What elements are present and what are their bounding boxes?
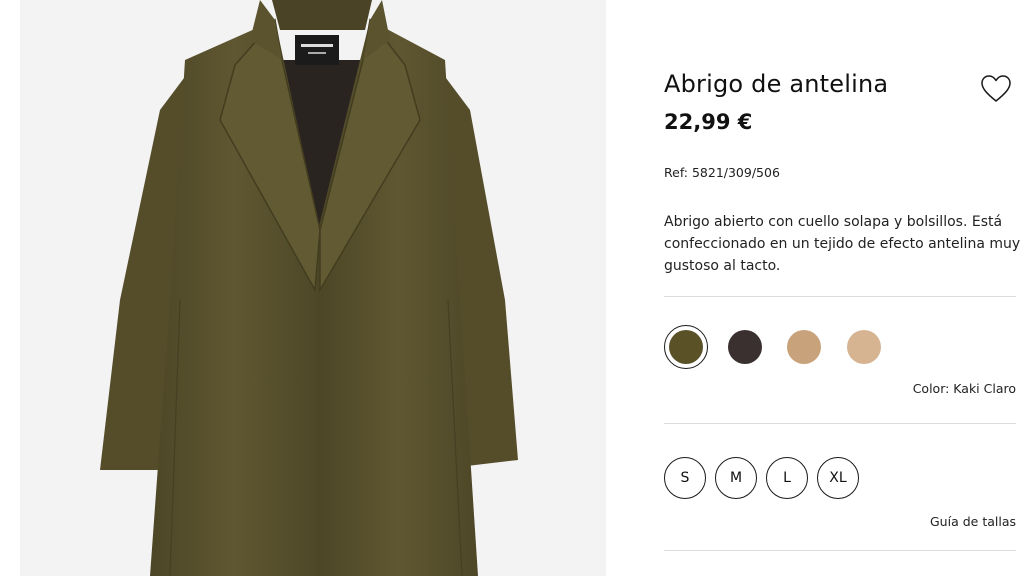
product-info: Abrigo de antelina 22,99 € Ref: 5821/309… xyxy=(664,0,1020,576)
size-selector: S M L XL xyxy=(664,457,1016,499)
product-price: 22,99 € xyxy=(664,110,753,134)
color-swatch-dot xyxy=(787,330,821,364)
size-option-m[interactable]: M xyxy=(715,457,757,499)
color-swatch-2[interactable] xyxy=(723,325,767,369)
color-swatch-dot xyxy=(669,330,703,364)
product-description: Abrigo abierto con cuello solapa y bolsi… xyxy=(664,214,1021,274)
color-swatch-4[interactable] xyxy=(842,325,886,369)
size-option-l[interactable]: L xyxy=(766,457,808,499)
heart-icon xyxy=(981,75,1011,102)
product-reference: Ref: 5821/309/506 xyxy=(664,165,780,180)
divider xyxy=(664,550,1016,551)
brand-label xyxy=(295,35,339,65)
size-option-s[interactable]: S xyxy=(664,457,706,499)
product-image[interactable] xyxy=(20,0,606,576)
color-swatch-dot xyxy=(847,330,881,364)
color-swatch-dot xyxy=(728,330,762,364)
wishlist-button[interactable] xyxy=(978,74,1014,106)
color-swatches xyxy=(664,325,1016,369)
color-swatch-1[interactable] xyxy=(664,325,708,369)
size-option-xl[interactable]: XL xyxy=(817,457,859,499)
color-swatch-3[interactable] xyxy=(782,325,826,369)
size-guide-link[interactable]: Guía de tallas xyxy=(930,514,1016,529)
product-title: Abrigo de antelina xyxy=(664,70,889,98)
divider xyxy=(664,423,1016,424)
divider xyxy=(664,296,1016,297)
selected-color-label: Color: Kaki Claro xyxy=(912,381,1016,396)
coat-illustration xyxy=(100,0,518,576)
